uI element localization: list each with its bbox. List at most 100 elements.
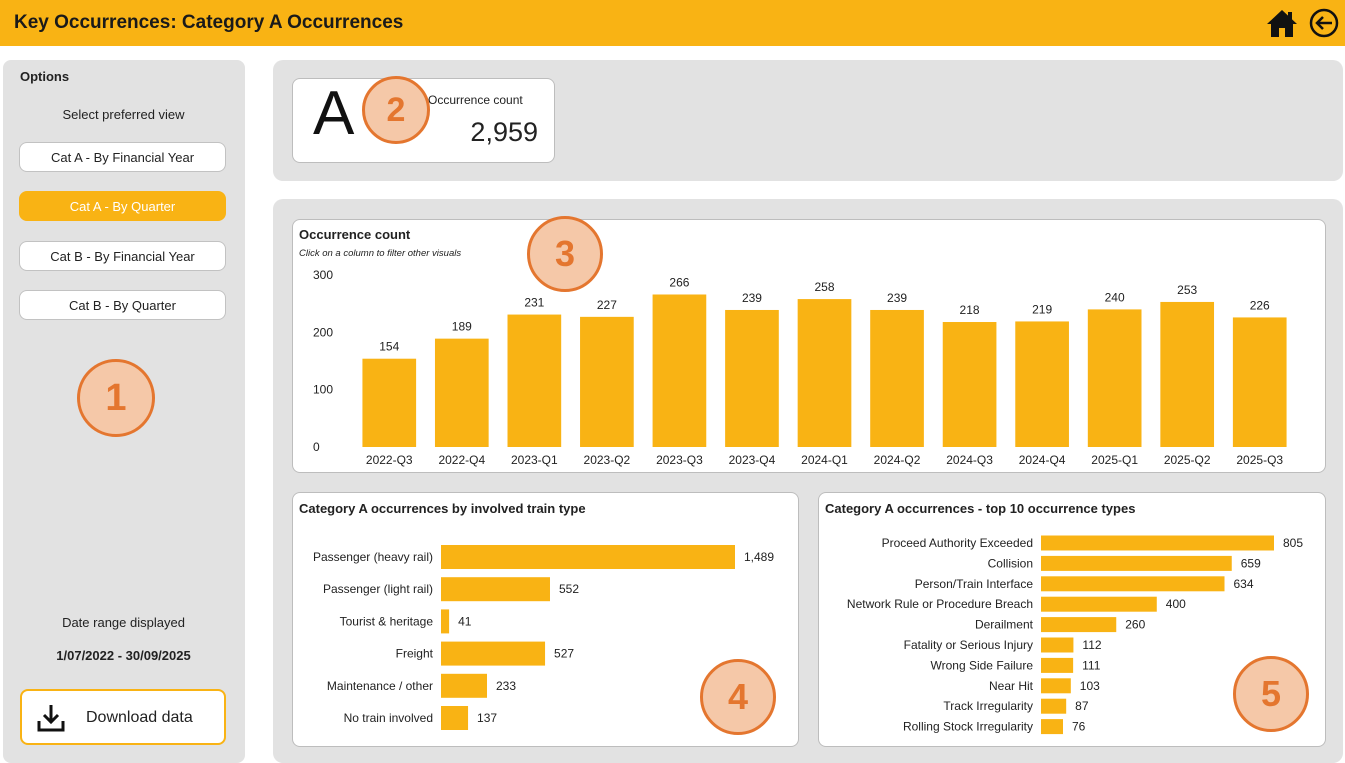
- category-label: Rolling Stock Irregularity: [903, 720, 1033, 734]
- callout-badge-3: 3: [527, 216, 603, 292]
- column-data-label: 218: [960, 303, 980, 317]
- occurrence-count-chart-card: Occurrence count Click on a column to fi…: [292, 219, 1326, 473]
- bar-Tourist & heritage[interactable]: [441, 609, 450, 634]
- bar-Passenger (heavy rail)[interactable]: [441, 545, 735, 569]
- bar-data-label: 103: [1080, 679, 1100, 693]
- x-axis-tick-label: 2023-Q4: [729, 453, 776, 467]
- column-bar-2025-Q1[interactable]: [1087, 309, 1142, 447]
- bar-Collision[interactable]: [1041, 555, 1232, 571]
- back-arrow-icon[interactable]: [1309, 8, 1339, 38]
- x-axis-tick-label: 2025-Q1: [1091, 453, 1138, 467]
- bar-Rolling Stock Irregularity[interactable]: [1041, 719, 1063, 735]
- bar-data-label: 634: [1234, 577, 1254, 591]
- occurrence-count-column-chart[interactable]: 0 100 200 300 154 2022-Q3 189 2022-Q4 231 2023-Q1…: [293, 220, 1325, 472]
- column-data-label: 154: [379, 340, 399, 354]
- options-heading: Options: [20, 69, 70, 84]
- column-bar-2024-Q2[interactable]: [870, 309, 924, 447]
- x-axis-tick-label: 2025-Q2: [1164, 453, 1211, 467]
- column-bar-2025-Q2[interactable]: [1160, 301, 1215, 447]
- bar-data-label: 41: [458, 614, 472, 628]
- column-data-label: 266: [669, 275, 689, 289]
- bar-data-label: 527: [554, 647, 574, 661]
- bar-Derailment[interactable]: [1041, 617, 1117, 633]
- y-axis-tick-label: 0: [313, 440, 320, 454]
- category-label: Proceed Authority Exceeded: [882, 536, 1033, 550]
- column-bar-2024-Q1[interactable]: [797, 299, 852, 447]
- category-label: Network Rule or Procedure Breach: [847, 597, 1033, 611]
- bar-Near Hit[interactable]: [1041, 678, 1071, 694]
- download-icon: [37, 705, 65, 732]
- bar-Wrong Side Failure[interactable]: [1041, 657, 1074, 673]
- column-bar-2023-Q4[interactable]: [725, 309, 779, 447]
- category-label: Passenger (light rail): [323, 582, 433, 596]
- category-label: Freight: [396, 647, 434, 661]
- column-data-label: 231: [524, 296, 544, 310]
- download-data-button[interactable]: Download data: [20, 689, 226, 745]
- category-label: Tourist & heritage: [340, 614, 434, 628]
- bar-data-label: 111: [1082, 658, 1101, 672]
- y-axis-tick-label: 100: [313, 383, 333, 397]
- x-axis-tick-label: 2024-Q3: [946, 453, 993, 467]
- callout-badge-1: 1: [77, 359, 155, 437]
- category-label: Derailment: [975, 618, 1034, 632]
- view-button-cat-a-financial-year[interactable]: Cat A - By Financial Year: [19, 142, 226, 172]
- bar-data-label: 400: [1166, 597, 1186, 611]
- column-bar-2022-Q3[interactable]: [362, 358, 417, 447]
- column-data-label: 240: [1105, 290, 1125, 304]
- column-data-label: 253: [1177, 283, 1197, 297]
- category-label: No train involved: [344, 711, 433, 725]
- column-bar-2022-Q4[interactable]: [434, 338, 489, 447]
- bar-Passenger (light rail)[interactable]: [441, 577, 550, 602]
- bar-data-label: 260: [1125, 618, 1145, 632]
- x-axis-tick-label: 2023-Q2: [584, 453, 631, 467]
- x-axis-tick-label: 2022-Q4: [438, 453, 485, 467]
- bar-Track Irregularity[interactable]: [1041, 698, 1067, 714]
- column-bar-2023-Q3[interactable]: [652, 294, 707, 447]
- column-data-label: 226: [1250, 298, 1270, 312]
- view-button-cat-b-financial-year[interactable]: Cat B - By Financial Year: [19, 241, 226, 271]
- category-label: Track Irregularity: [943, 699, 1033, 713]
- date-range-value: 1/07/2022 - 30/09/2025: [56, 648, 191, 663]
- column-bar-2025-Q3[interactable]: [1232, 317, 1287, 447]
- bar-Proceed Authority Exceeded[interactable]: [1041, 535, 1274, 551]
- category-label: Collision: [988, 556, 1033, 570]
- bar-data-label: 76: [1072, 720, 1086, 734]
- bar-Freight[interactable]: [441, 641, 546, 666]
- column-data-label: 219: [1032, 302, 1052, 316]
- bar-Maintenance / other[interactable]: [441, 673, 488, 698]
- bar-No train involved[interactable]: [441, 706, 469, 730]
- bar-data-label: 137: [477, 711, 497, 725]
- callout-badge-2: 2: [362, 76, 430, 144]
- x-axis-tick-label: 2025-Q3: [1236, 453, 1283, 467]
- category-label: Wrong Side Failure: [931, 658, 1034, 672]
- category-label: Passenger (heavy rail): [313, 550, 433, 564]
- bar-data-label: 233: [496, 679, 516, 693]
- column-bar-2024-Q4[interactable]: [1015, 321, 1069, 447]
- bar-data-label: 87: [1075, 699, 1089, 713]
- bar-Fatality or Serious Injury[interactable]: [1041, 637, 1074, 653]
- bar-Network Rule or Procedure Breach[interactable]: [1041, 596, 1157, 612]
- bar-data-label: 112: [1082, 638, 1101, 652]
- column-data-label: 189: [452, 320, 472, 334]
- view-button-cat-a-quarter[interactable]: Cat A - By Quarter: [19, 191, 226, 221]
- bar-data-label: 659: [1241, 556, 1261, 570]
- view-button-cat-b-quarter[interactable]: Cat B - By Quarter: [19, 290, 226, 320]
- home-icon[interactable]: [1266, 8, 1298, 38]
- category-label: Maintenance / other: [327, 679, 433, 693]
- column-bar-2024-Q3[interactable]: [942, 322, 997, 447]
- bar-Person/Train Interface[interactable]: [1041, 576, 1225, 592]
- view-selector-label: Select preferred view: [62, 107, 185, 122]
- x-axis-tick-label: 2024-Q1: [801, 453, 848, 467]
- column-bar-2023-Q2[interactable]: [580, 316, 634, 447]
- bar-data-label: 552: [559, 582, 579, 596]
- callout-badge-5: 5: [1233, 656, 1309, 732]
- column-bar-2023-Q1[interactable]: [507, 314, 562, 447]
- x-axis-tick-label: 2024-Q4: [1019, 453, 1066, 467]
- y-axis-tick-label: 300: [313, 268, 333, 282]
- x-axis-tick-label: 2023-Q3: [656, 453, 703, 467]
- category-label: Fatality or Serious Injury: [904, 638, 1033, 652]
- x-axis-tick-label: 2023-Q1: [511, 453, 558, 467]
- page-title: Key Occurrences: Category A Occurrences: [14, 12, 404, 33]
- x-axis-tick-label: 2022-Q3: [366, 453, 413, 467]
- category-label: Person/Train Interface: [915, 577, 1034, 591]
